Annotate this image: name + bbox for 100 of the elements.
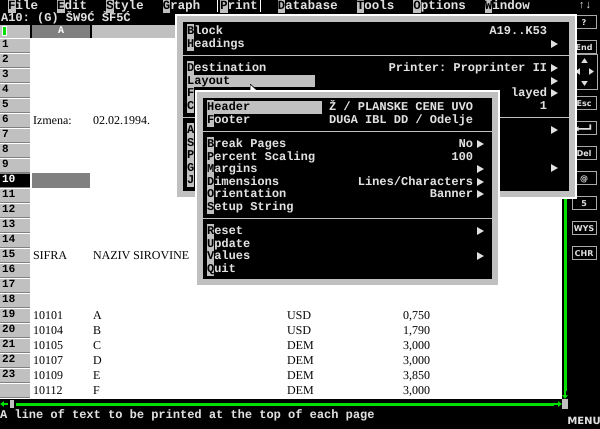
table-cell: Izmena: (33, 113, 72, 128)
table-cell: 3,000 (403, 353, 430, 368)
row-header[interactable]: 23 (0, 368, 30, 383)
row-header[interactable]: 3 (0, 68, 30, 83)
row-header[interactable]: 18 (0, 293, 30, 308)
menu-value: A19..K53 (489, 25, 547, 38)
row-header[interactable]: 9 (0, 158, 30, 173)
row-header[interactable]: 8 (0, 143, 30, 158)
table-cell: 02.02.1994. (93, 113, 150, 128)
menu-item[interactable]: J (187, 174, 194, 186)
table-cell: C (93, 338, 102, 353)
row-header[interactable]: 15 (0, 248, 30, 263)
menu-bar-item[interactable]: Window (482, 0, 532, 12)
key-button[interactable]: WYS (572, 221, 596, 235)
menu-value: Ž / PLANSKE CENE UVO (328, 101, 473, 114)
cell-indicator-icon (2, 26, 7, 36)
row-header[interactable]: 2 (0, 53, 30, 68)
table-cell: DEM (287, 368, 314, 383)
menu-value: 1 (540, 100, 547, 112)
menu-value: DUGA IBL DD / Odelje (328, 114, 473, 126)
horizontal-scrollbar[interactable] (0, 399, 568, 409)
menu-bar-item[interactable]: Database (276, 0, 340, 12)
table-cell: 1,790 (403, 323, 430, 338)
menu-value: layed (510, 87, 547, 100)
row-header[interactable]: 1 (0, 38, 30, 53)
table-cell: SIFRA (33, 248, 68, 263)
right-arrow-icon[interactable] (588, 68, 594, 75)
table-cell: D (93, 353, 102, 368)
menu-value: No (458, 138, 473, 150)
menu-item[interactable]: Footer (207, 114, 250, 126)
menu-value: Lines/Characters (358, 176, 473, 188)
menu-bar-item[interactable]: File (6, 0, 40, 12)
table-cell: E (93, 368, 100, 383)
up-arrow-icon[interactable] (580, 58, 588, 63)
table-cell: 0,750 (403, 308, 430, 323)
column-header[interactable]: A (32, 25, 90, 38)
scroll-down-icon[interactable] (562, 391, 568, 399)
menu-item[interactable]: Quit (207, 262, 236, 275)
row-header[interactable]: 21 (0, 338, 30, 353)
table-cell: NAZIV SIROVINE (93, 248, 190, 263)
row-header[interactable]: 12 (0, 203, 30, 218)
row-header[interactable]: 13 (0, 218, 30, 233)
scroll-right-icon[interactable] (554, 401, 562, 407)
table-cell: USD (287, 308, 312, 323)
menu-item[interactable]: P (187, 149, 194, 162)
table-cell: DEM (287, 353, 314, 368)
table-cell: 10107 (33, 353, 63, 368)
menu-value: Banner (430, 188, 473, 200)
menu-bar-item[interactable]: Style (104, 0, 146, 12)
row-header[interactable]: 10 (0, 173, 30, 188)
table-cell: 3,000 (403, 383, 430, 398)
table-cell: 10101 (33, 308, 63, 323)
row-header[interactable]: 5 (0, 98, 30, 113)
menu-value: Printer: Proprinter II (388, 62, 547, 74)
row-header[interactable]: 22 (0, 353, 30, 368)
table-cell: 3,000 (403, 338, 430, 353)
row-header[interactable]: 19 (0, 308, 30, 323)
table-cell: A (93, 308, 102, 323)
table-cell: F (93, 383, 100, 398)
table-cell: B (93, 323, 102, 338)
scrollbar-corner (562, 399, 568, 409)
menu-bar-item[interactable]: Tools (354, 0, 396, 12)
row-header[interactable]: 11 (0, 188, 30, 203)
menu-item[interactable]: C (187, 100, 194, 112)
row-header[interactable]: 14 (0, 233, 30, 248)
row-header[interactable]: 4 (0, 83, 30, 98)
enter-arrow-icon (575, 124, 593, 132)
row-header[interactable] (0, 383, 30, 398)
menu-item[interactable]: Layout (187, 74, 315, 87)
prompt-line: A line of text to be printed at the top of each page (0, 409, 376, 422)
row-header[interactable]: 7 (0, 128, 30, 143)
key-button[interactable]: CHR (572, 246, 596, 260)
down-arrow-icon[interactable] (580, 81, 588, 86)
menu-bar-item[interactable]: Print (217, 0, 261, 12)
table-cell: 10109 (33, 368, 63, 383)
table-cell: 10105 (33, 338, 63, 353)
menu-bar-item[interactable]: Graph (160, 0, 202, 12)
row-header[interactable]: 20 (0, 323, 30, 338)
menu-bar-item[interactable]: Edit (55, 0, 90, 12)
menu-value: 100 (451, 150, 473, 163)
menu-item[interactable]: Setup String (207, 200, 294, 213)
table-cell: USD (287, 323, 312, 338)
menu-item[interactable]: Header (207, 101, 322, 114)
menu-item[interactable]: A (187, 124, 194, 136)
table-cell: DEM (287, 338, 314, 353)
table-cell: 10112 (33, 383, 63, 398)
scroll-left-icon[interactable] (0, 401, 8, 407)
row-header[interactable]: 17 (0, 278, 30, 293)
scroll-arrows[interactable]: ↑↓ (570, 0, 600, 12)
menu-bar-item[interactable]: Options (411, 0, 468, 12)
menu-item[interactable]: F (187, 87, 194, 100)
table-cell: 10104 (33, 323, 63, 338)
menu-item[interactable]: Headings (187, 38, 245, 50)
key-button[interactable]: 5 (572, 196, 596, 210)
row-header[interactable]: 16 (0, 263, 30, 278)
row-header[interactable]: 6 (0, 113, 30, 128)
table-cell: DEM (287, 383, 314, 398)
current-cell[interactable] (32, 173, 90, 188)
table-cell: 3,850 (403, 368, 430, 383)
mode-indicator: MENU (567, 416, 600, 427)
